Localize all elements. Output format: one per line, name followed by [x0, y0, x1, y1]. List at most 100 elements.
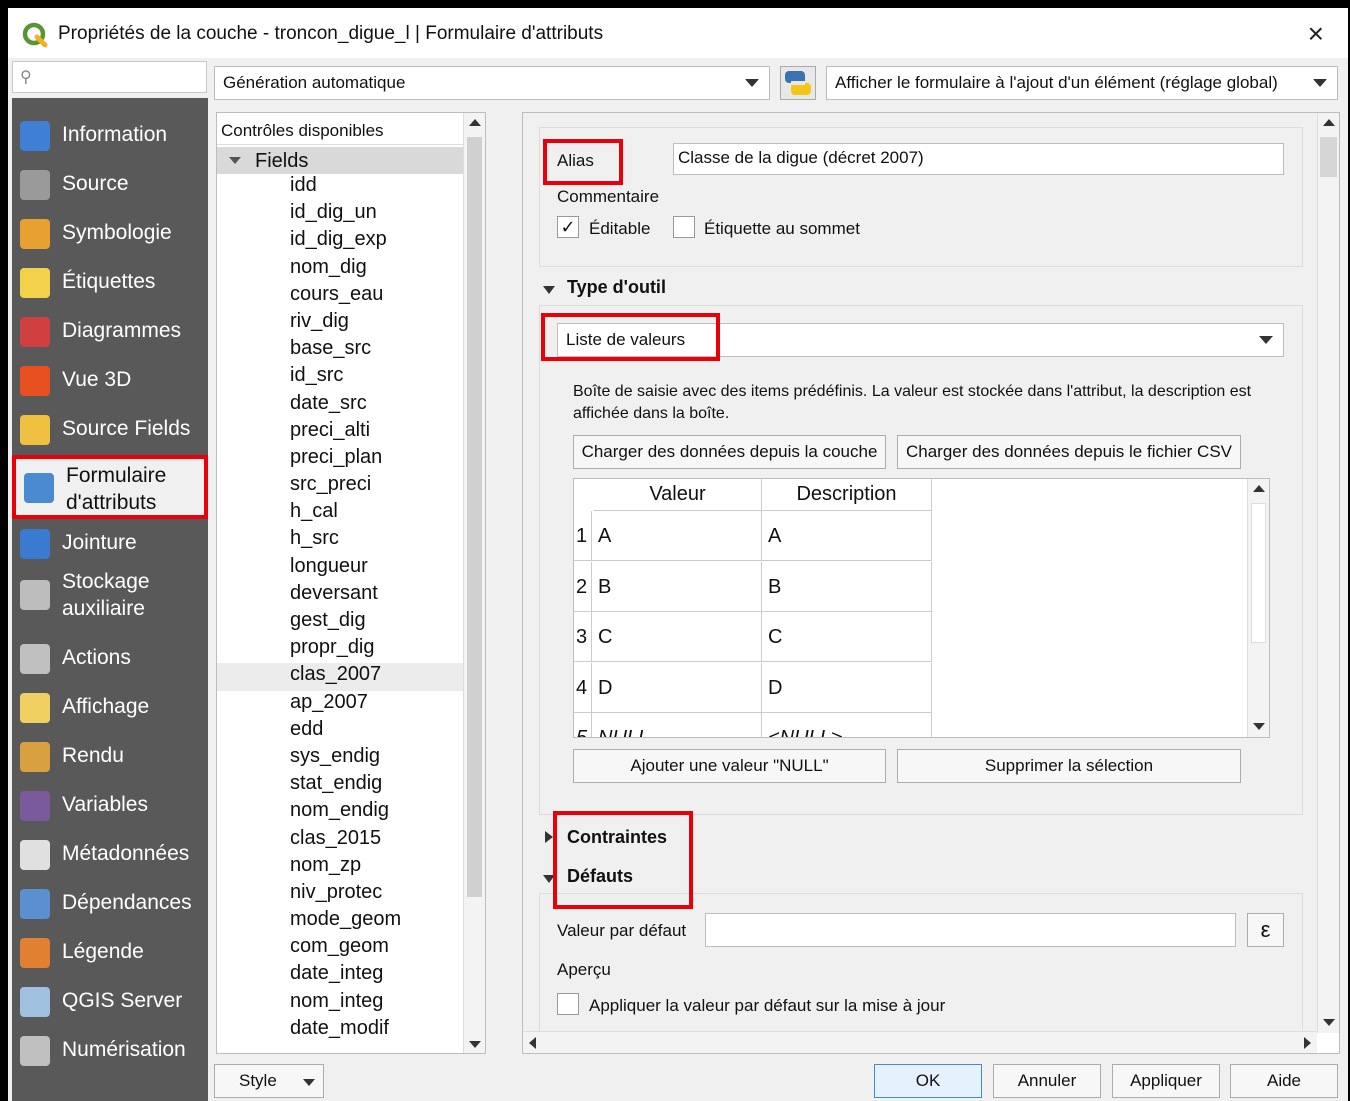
collapse-arrow-icon[interactable]: [543, 286, 555, 294]
column-header-value[interactable]: Valeur: [594, 479, 762, 511]
label-on-top-checkbox[interactable]: [673, 216, 695, 238]
sidebar-item-11[interactable]: Affichage: [12, 683, 208, 732]
tree-scrollbar[interactable]: [463, 113, 485, 1053]
field-item[interactable]: date_integ: [217, 962, 463, 989]
sidebar-search-input[interactable]: ⚲: [12, 61, 207, 93]
table-row[interactable]: 5 NULL <NULL>: [574, 713, 932, 737]
table-row[interactable]: 3CC: [574, 612, 932, 662]
sidebar-item-9[interactable]: Stockage auxiliaire: [12, 564, 208, 624]
sidebar-item-16[interactable]: Légende: [12, 928, 208, 977]
cell-description[interactable]: C: [762, 612, 932, 662]
sidebar-item-10[interactable]: Actions: [12, 634, 208, 683]
add-null-value-button[interactable]: Ajouter une valeur "NULL": [573, 749, 886, 783]
field-item[interactable]: preci_alti: [217, 419, 463, 446]
sidebar-item-3[interactable]: Étiquettes: [12, 258, 208, 307]
field-item[interactable]: idd: [217, 174, 463, 201]
sidebar-item-8[interactable]: Jointure: [12, 519, 208, 568]
sidebar-item-0[interactable]: Information: [12, 111, 208, 160]
scroll-down-icon[interactable]: [1253, 723, 1265, 730]
alias-input[interactable]: Classe de la digue (décret 2007): [673, 143, 1284, 175]
apply-button[interactable]: Appliquer: [1112, 1064, 1220, 1098]
sidebar-item-13[interactable]: Variables: [12, 781, 208, 830]
expand-arrow-icon[interactable]: [545, 831, 553, 843]
load-from-layer-button[interactable]: Charger des données depuis la couche: [573, 435, 886, 469]
field-item[interactable]: h_cal: [217, 500, 463, 527]
scroll-down-icon[interactable]: [1323, 1019, 1335, 1026]
field-item[interactable]: nom_zp: [217, 854, 463, 881]
field-item[interactable]: mode_geom: [217, 908, 463, 935]
field-item[interactable]: h_src: [217, 527, 463, 554]
apply-on-update-checkbox[interactable]: [557, 993, 579, 1015]
cell-value[interactable]: NULL: [594, 713, 762, 737]
cancel-button[interactable]: Annuler: [993, 1064, 1101, 1098]
field-item[interactable]: gest_dig: [217, 609, 463, 636]
panel-scroll-thumb[interactable]: [1320, 137, 1337, 177]
cell-description[interactable]: D: [762, 662, 932, 713]
close-icon[interactable]: ×: [1308, 18, 1324, 50]
field-item[interactable]: clas_2007: [217, 663, 463, 691]
scroll-up-icon[interactable]: [1323, 119, 1335, 126]
panel-horizontal-scrollbar[interactable]: [523, 1031, 1317, 1053]
sidebar-item-1[interactable]: Source: [12, 160, 208, 209]
table-scrollbar[interactable]: [1247, 479, 1269, 737]
field-item[interactable]: date_modif: [217, 1017, 463, 1044]
sidebar-item-4[interactable]: Diagrammes: [12, 307, 208, 356]
scroll-up-icon[interactable]: [469, 119, 481, 126]
editable-checkbox[interactable]: ✓: [557, 216, 579, 238]
widget-type-section-title[interactable]: Type d'outil: [567, 277, 666, 298]
sidebar-item-7[interactable]: Formulaire d'attributs: [12, 455, 208, 519]
cell-value[interactable]: A: [594, 511, 762, 561]
field-item[interactable]: niv_protec: [217, 881, 463, 908]
sidebar-item-15[interactable]: Dépendances: [12, 879, 208, 928]
cell-value[interactable]: C: [594, 612, 762, 662]
cell-value[interactable]: D: [594, 662, 762, 713]
field-item[interactable]: nom_dig: [217, 256, 463, 283]
table-row[interactable]: 1AA: [574, 511, 932, 561]
field-item[interactable]: riv_dig: [217, 310, 463, 337]
layout-type-combo[interactable]: Génération automatique: [214, 66, 770, 100]
scroll-up-icon[interactable]: [1253, 485, 1265, 492]
default-value-input[interactable]: [705, 913, 1236, 947]
sidebar-item-17[interactable]: QGIS Server: [12, 977, 208, 1026]
widget-type-combo[interactable]: Liste de valeurs: [557, 323, 1284, 357]
field-item[interactable]: propr_dig: [217, 636, 463, 663]
field-item[interactable]: cours_eau: [217, 283, 463, 310]
cell-description[interactable]: A: [762, 511, 932, 561]
field-item[interactable]: longueur: [217, 555, 463, 582]
field-item[interactable]: stat_endig: [217, 772, 463, 799]
popup-form-combo[interactable]: Afficher le formulaire à l'ajout d'un él…: [826, 66, 1338, 100]
available-widgets-tree[interactable]: Contrôles disponibles Fields idd id_dig_u…: [216, 112, 486, 1054]
field-item[interactable]: date_src: [217, 392, 463, 419]
field-item[interactable]: preci_plan: [217, 446, 463, 473]
constraints-section-title[interactable]: Contraintes: [567, 827, 667, 848]
sidebar-item-2[interactable]: Symbologie: [12, 209, 208, 258]
style-menu-button[interactable]: Style: [214, 1064, 324, 1098]
scroll-right-icon[interactable]: [1304, 1037, 1311, 1049]
field-item[interactable]: nom_integ: [217, 990, 463, 1017]
sidebar-item-12[interactable]: Rendu: [12, 732, 208, 781]
field-item[interactable]: deversant: [217, 582, 463, 609]
sidebar-item-6[interactable]: Source Fields: [12, 405, 208, 454]
field-item[interactable]: src_preci: [217, 473, 463, 500]
field-item[interactable]: id_dig_exp: [217, 228, 463, 255]
field-item[interactable]: ap_2007: [217, 691, 463, 718]
field-item[interactable]: sys_endig: [217, 745, 463, 772]
cell-description[interactable]: <NULL>: [762, 713, 932, 737]
sidebar-item-5[interactable]: Vue 3D: [12, 356, 208, 405]
column-header-description[interactable]: Description: [762, 479, 932, 511]
scroll-left-icon[interactable]: [529, 1037, 536, 1049]
scroll-down-icon[interactable]: [469, 1041, 481, 1048]
defaults-section-title[interactable]: Défauts: [567, 866, 633, 887]
ok-button[interactable]: OK: [874, 1064, 982, 1098]
cell-value[interactable]: B: [594, 561, 762, 612]
table-row[interactable]: 4DD: [574, 662, 932, 713]
panel-vertical-scrollbar[interactable]: [1317, 113, 1339, 1033]
load-from-csv-button[interactable]: Charger des données depuis le fichier CS…: [897, 435, 1241, 469]
expression-epsilon-icon[interactable]: ε: [1247, 913, 1284, 947]
field-item[interactable]: id_src: [217, 364, 463, 391]
collapse-arrow-icon[interactable]: [543, 875, 555, 883]
sidebar-item-18[interactable]: Numérisation: [12, 1026, 208, 1075]
tree-scroll-thumb[interactable]: [467, 137, 482, 897]
field-item[interactable]: id_dig_un: [217, 201, 463, 228]
chevron-down-icon[interactable]: [229, 157, 241, 164]
